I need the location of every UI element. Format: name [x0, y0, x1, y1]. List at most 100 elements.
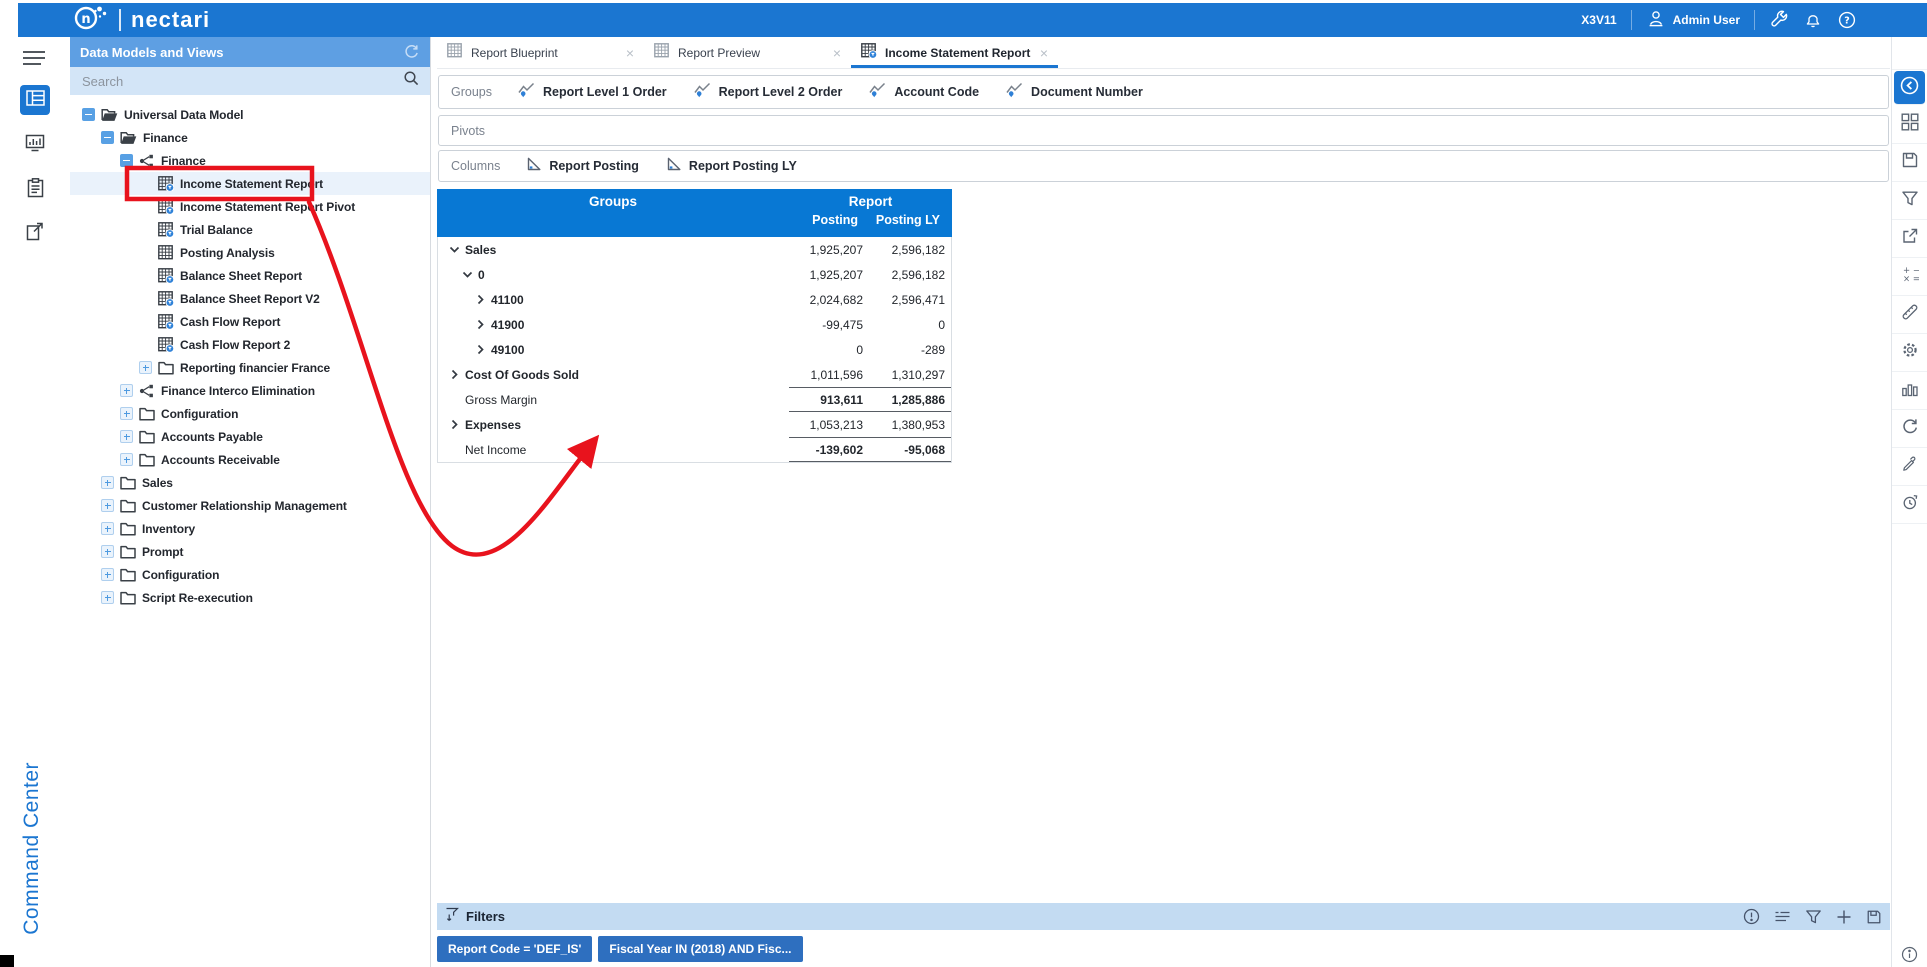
help-icon[interactable]: ?: [1837, 10, 1857, 30]
left-rail-item-process[interactable]: [20, 219, 50, 249]
right-rail-filter-button[interactable]: [1892, 182, 1927, 220]
close-icon[interactable]: ×: [833, 46, 841, 60]
tree-item-balance-sheet-report[interactable]: Balance Sheet Report: [70, 264, 430, 287]
left-rail-item-report[interactable]: [20, 175, 50, 205]
tree-item-income-statement-report[interactable]: Income Statement Report: [70, 172, 430, 195]
add-icon[interactable]: [1836, 909, 1852, 925]
field-report-level-1-order[interactable]: Report Level 1 Order: [518, 82, 667, 103]
right-rail-bar-chart-button[interactable]: [1892, 372, 1927, 410]
chevron-right-icon[interactable]: [474, 294, 486, 305]
tree-item-sales[interactable]: Sales: [70, 471, 430, 494]
right-rail-refresh-button[interactable]: [1892, 410, 1927, 448]
tree-item-finance[interactable]: Finance: [70, 149, 430, 172]
tree-item-accounts-receivable[interactable]: Accounts Receivable: [70, 448, 430, 471]
expand-toggle-icon[interactable]: [101, 476, 114, 489]
expand-toggle-icon[interactable]: [101, 545, 114, 558]
expand-toggle-icon[interactable]: [101, 568, 114, 581]
tree-item-cash-flow-report-2[interactable]: Cash Flow Report 2: [70, 333, 430, 356]
chevron-right-icon[interactable]: [474, 344, 486, 355]
close-icon[interactable]: ×: [1040, 46, 1048, 60]
tree-item-cash-flow-report[interactable]: Cash Flow Report: [70, 310, 430, 333]
list-icon[interactable]: [1774, 909, 1791, 924]
table-row-expenses[interactable]: Expenses1,053,2131,380,953: [438, 412, 951, 437]
right-rail-ruler-button[interactable]: [1892, 296, 1927, 334]
field-document-number[interactable]: Document Number: [1006, 82, 1143, 103]
bell-icon[interactable]: [1803, 10, 1823, 30]
collapse-toggle-icon[interactable]: [82, 108, 95, 121]
expand-toggle-icon[interactable]: [101, 522, 114, 535]
expand-toggle-icon[interactable]: [120, 407, 133, 420]
field-report-posting-ly[interactable]: Report Posting LY: [666, 156, 797, 177]
tree-item-universal-data-model[interactable]: Universal Data Model: [70, 103, 430, 126]
table-row-cost-of-goods-sold[interactable]: Cost Of Goods Sold1,011,5961,310,297: [438, 362, 951, 387]
tree-item-finance-interco-elimination[interactable]: Finance Interco Elimination: [70, 379, 430, 402]
tree-item-configuration[interactable]: Configuration: [70, 402, 430, 425]
table-row-41100[interactable]: 411002,024,6822,596,471: [438, 287, 951, 312]
expand-toggle-icon[interactable]: [139, 361, 152, 374]
tree-item-finance[interactable]: Finance: [70, 126, 430, 149]
filter-icon[interactable]: [1805, 909, 1822, 925]
right-rail-history-clock-button[interactable]: [1892, 486, 1927, 524]
close-icon[interactable]: ×: [626, 46, 634, 60]
tree-item-accounts-payable[interactable]: Accounts Payable: [70, 425, 430, 448]
refresh-icon[interactable]: [403, 44, 420, 61]
tree-item-customer-relationship-management[interactable]: Customer Relationship Management: [70, 494, 430, 517]
tree-item-trial-balance[interactable]: Trial Balance: [70, 218, 430, 241]
tree-item-posting-analysis[interactable]: Posting Analysis: [70, 241, 430, 264]
right-rail-collapse-panel-button[interactable]: [1894, 71, 1925, 105]
right-rail-share-export-button[interactable]: [1892, 220, 1927, 258]
table-row-41900[interactable]: 41900-99,4750: [438, 312, 951, 337]
chevron-right-icon[interactable]: [448, 369, 460, 380]
expand-toggle-icon[interactable]: [101, 499, 114, 512]
tree-item-inventory[interactable]: Inventory: [70, 517, 430, 540]
tree-item-income-statement-report-pivot[interactable]: Income Statement Report Pivot: [70, 195, 430, 218]
right-rail-settings-gear-button[interactable]: [1892, 334, 1927, 372]
chevron-right-icon[interactable]: [474, 319, 486, 330]
table-row-49100[interactable]: 491000-289: [438, 337, 951, 362]
field-account-code[interactable]: Account Code: [869, 82, 979, 103]
expand-toggle-icon[interactable]: [120, 430, 133, 443]
expand-toggle-icon[interactable]: [101, 591, 114, 604]
right-rail-layout-grid-button[interactable]: [1892, 106, 1927, 144]
tab-report-preview[interactable]: Report Preview×: [644, 37, 851, 68]
filter-chip[interactable]: Report Code = 'DEF_IS': [437, 936, 592, 962]
report-column-header[interactable]: Report: [789, 189, 952, 209]
collapse-toggle-icon[interactable]: [120, 154, 133, 167]
user-menu[interactable]: Admin User: [1646, 9, 1740, 32]
info-icon[interactable]: [1892, 946, 1927, 963]
filters-title[interactable]: Filters: [445, 907, 505, 926]
posting-ly-column-header[interactable]: Posting LY: [870, 213, 952, 227]
chevron-down-icon[interactable]: [448, 245, 460, 254]
tab-report-blueprint[interactable]: Report Blueprint×: [437, 37, 644, 68]
chevron-right-icon[interactable]: [448, 419, 460, 430]
tree-item-script-re-execution[interactable]: Script Re-execution: [70, 586, 430, 609]
table-row-sales[interactable]: Sales1,925,2072,596,182: [438, 237, 951, 262]
right-rail-calculator-button[interactable]: + −× =: [1892, 258, 1927, 296]
tree-item-balance-sheet-report-v2[interactable]: Balance Sheet Report V2: [70, 287, 430, 310]
groups-column-header[interactable]: Groups: [437, 189, 789, 237]
search-input[interactable]: [80, 73, 403, 90]
right-rail-save-button[interactable]: [1892, 144, 1927, 182]
posting-column-header[interactable]: Posting: [789, 213, 870, 227]
menu-icon[interactable]: [22, 50, 46, 71]
table-row-gross-margin[interactable]: Gross Margin913,6111,285,886: [438, 387, 951, 412]
filter-chip[interactable]: Fiscal Year IN (2018) AND Fisc...: [598, 936, 802, 962]
tab-income-statement-report[interactable]: Income Statement Report×: [851, 37, 1058, 68]
tree-item-configuration[interactable]: Configuration: [70, 563, 430, 586]
expand-toggle-icon[interactable]: [120, 453, 133, 466]
save-icon[interactable]: [1866, 909, 1882, 925]
chevron-down-icon[interactable]: [461, 270, 473, 279]
tree-item-reporting-financier-france[interactable]: Reporting financier France: [70, 356, 430, 379]
table-row-net-income[interactable]: Net Income-139,602-95,068: [438, 437, 951, 462]
search-icon[interactable]: [403, 70, 420, 92]
field-report-level-2-order[interactable]: Report Level 2 Order: [694, 82, 843, 103]
expand-toggle-icon[interactable]: [120, 384, 133, 397]
wrench-icon[interactable]: [1769, 10, 1789, 30]
field-report-posting[interactable]: Report Posting: [526, 156, 639, 177]
alert-icon[interactable]: [1743, 908, 1760, 925]
right-rail-eyedropper-button[interactable]: [1892, 448, 1927, 486]
table-row-0[interactable]: 01,925,2072,596,182: [438, 262, 951, 287]
left-rail-item-data-models[interactable]: [20, 85, 50, 115]
left-rail-item-dashboard[interactable]: [20, 130, 50, 160]
collapse-toggle-icon[interactable]: [101, 131, 114, 144]
